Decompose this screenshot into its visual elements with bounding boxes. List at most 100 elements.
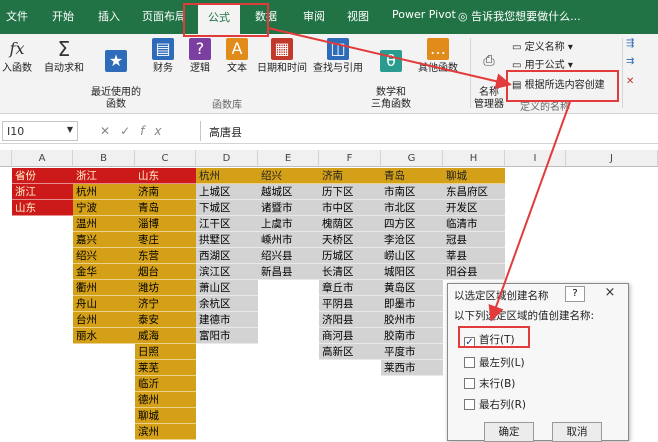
bottom-row-checkbox[interactable]: 末行(B): [464, 376, 515, 391]
column-header-g[interactable]: G: [381, 150, 443, 167]
define-name-button[interactable]: ▭ 定义名称 ▾: [512, 38, 573, 53]
financial-button[interactable]: ▤ 财务: [148, 38, 178, 75]
trace-dependents-icon[interactable]: ⇉: [626, 56, 634, 67]
table-cell[interactable]: 舟山: [73, 296, 135, 312]
header-cell[interactable]: 济南: [319, 168, 381, 184]
table-cell[interactable]: 建德市: [196, 312, 258, 328]
tab-insert[interactable]: 插入: [98, 8, 120, 24]
table-cell[interactable]: 山东: [12, 200, 73, 216]
column-header-b[interactable]: B: [73, 150, 135, 167]
table-cell[interactable]: 萧山区: [196, 280, 258, 296]
table-cell[interactable]: 潍坊: [135, 280, 196, 296]
table-cell[interactable]: 历下区: [319, 184, 381, 200]
header-cell[interactable]: 绍兴: [258, 168, 319, 184]
table-cell[interactable]: 衢州: [73, 280, 135, 296]
table-cell[interactable]: 越城区: [258, 184, 319, 200]
tell-me-box[interactable]: ◎ 告诉我您想要做什么...: [458, 8, 581, 24]
table-cell[interactable]: 即墨市: [381, 296, 443, 312]
name-box[interactable]: I10 ▼: [2, 121, 78, 141]
table-cell[interactable]: 市北区: [381, 200, 443, 216]
insert-function-icon[interactable]: fx: [140, 124, 171, 138]
table-cell[interactable]: 济阳县: [319, 312, 381, 328]
table-cell[interactable]: 余杭区: [196, 296, 258, 312]
text-button[interactable]: A 文本: [222, 38, 252, 75]
table-cell[interactable]: 淄博: [135, 216, 196, 232]
tab-power-pivot[interactable]: Power Pivot: [392, 8, 456, 21]
table-cell[interactable]: 平度市: [381, 344, 443, 360]
formula-input[interactable]: 高唐县: [200, 121, 656, 141]
table-cell[interactable]: 莘县: [443, 248, 505, 264]
table-cell[interactable]: 章丘市: [319, 280, 381, 296]
table-cell[interactable]: 城阳区: [381, 264, 443, 280]
table-cell[interactable]: 嵊州市: [258, 232, 319, 248]
table-cell[interactable]: 东营: [135, 248, 196, 264]
table-cell[interactable]: 德州: [135, 392, 196, 408]
use-in-formula-button[interactable]: ▭ 用于公式 ▾: [512, 56, 573, 71]
select-all-corner[interactable]: [0, 150, 12, 167]
column-header-j[interactable]: J: [566, 150, 658, 167]
table-cell[interactable]: 临清市: [443, 216, 505, 232]
column-header-e[interactable]: E: [258, 150, 319, 167]
table-cell[interactable]: 临沂: [135, 376, 196, 392]
tab-review[interactable]: 审阅: [303, 8, 325, 24]
table-cell[interactable]: 平阴县: [319, 296, 381, 312]
table-cell[interactable]: 李沧区: [381, 232, 443, 248]
tab-page-layout[interactable]: 页面布局: [142, 8, 186, 24]
header-cell[interactable]: 山东: [135, 168, 196, 184]
remove-arrows-icon[interactable]: ✕: [626, 76, 634, 87]
table-cell[interactable]: 拱墅区: [196, 232, 258, 248]
table-cell[interactable]: 浙江: [12, 184, 73, 200]
logical-button[interactable]: ? 逻辑: [185, 38, 215, 75]
table-cell[interactable]: 温州: [73, 216, 135, 232]
right-column-checkbox[interactable]: 最右列(R): [464, 397, 526, 412]
table-cell[interactable]: 四方区: [381, 216, 443, 232]
table-cell[interactable]: 胶州市: [381, 312, 443, 328]
enter-icon[interactable]: ✓: [120, 124, 140, 138]
table-cell[interactable]: 枣庄: [135, 232, 196, 248]
table-cell[interactable]: 宁波: [73, 200, 135, 216]
table-cell[interactable]: 威海: [135, 328, 196, 344]
table-cell[interactable]: 西湖区: [196, 248, 258, 264]
table-cell[interactable]: 槐荫区: [319, 216, 381, 232]
header-cell[interactable]: 浙江: [73, 168, 135, 184]
table-cell[interactable]: 市南区: [381, 184, 443, 200]
table-cell[interactable]: 新昌县: [258, 264, 319, 280]
more-functions-button[interactable]: … 其他函数: [416, 38, 460, 75]
table-cell[interactable]: 绍兴县: [258, 248, 319, 264]
header-cell[interactable]: 聊城: [443, 168, 505, 184]
column-header-c[interactable]: C: [135, 150, 196, 167]
table-cell[interactable]: 胶南市: [381, 328, 443, 344]
table-cell[interactable]: 市中区: [319, 200, 381, 216]
table-cell[interactable]: 台州: [73, 312, 135, 328]
table-cell[interactable]: 泰安: [135, 312, 196, 328]
header-cell[interactable]: 青岛: [381, 168, 443, 184]
math-trig-button[interactable]: θ 数学和 三角函数: [368, 38, 414, 123]
table-cell[interactable]: 富阳市: [196, 328, 258, 344]
insert-function-button[interactable]: fx 入函数: [0, 38, 34, 75]
cancel-button[interactable]: 取消: [552, 422, 602, 442]
left-column-checkbox[interactable]: 最左列(L): [464, 355, 525, 370]
table-cell[interactable]: 上城区: [196, 184, 258, 200]
column-header-h[interactable]: H: [443, 150, 505, 167]
table-cell[interactable]: 阳谷县: [443, 264, 505, 280]
column-header-d[interactable]: D: [196, 150, 258, 167]
help-button[interactable]: ?: [565, 286, 585, 302]
table-cell[interactable]: 冠县: [443, 232, 505, 248]
table-cell[interactable]: 开发区: [443, 200, 505, 216]
table-cell[interactable]: 日照: [135, 344, 196, 360]
table-cell[interactable]: 聊城: [135, 408, 196, 424]
header-cell[interactable]: 省份: [12, 168, 73, 184]
table-cell[interactable]: 莱西市: [381, 360, 443, 376]
table-cell[interactable]: 绍兴: [73, 248, 135, 264]
table-cell[interactable]: 黄岛区: [381, 280, 443, 296]
table-cell[interactable]: 长清区: [319, 264, 381, 280]
table-cell[interactable]: 商河县: [319, 328, 381, 344]
cancel-icon[interactable]: ✕: [100, 124, 120, 138]
table-cell[interactable]: 崂山区: [381, 248, 443, 264]
tab-file[interactable]: 文件: [6, 8, 28, 24]
ok-button[interactable]: 确定: [484, 422, 534, 442]
table-cell[interactable]: 东昌府区: [443, 184, 505, 200]
table-cell[interactable]: 金华: [73, 264, 135, 280]
table-cell[interactable]: 青岛: [135, 200, 196, 216]
table-cell[interactable]: 烟台: [135, 264, 196, 280]
